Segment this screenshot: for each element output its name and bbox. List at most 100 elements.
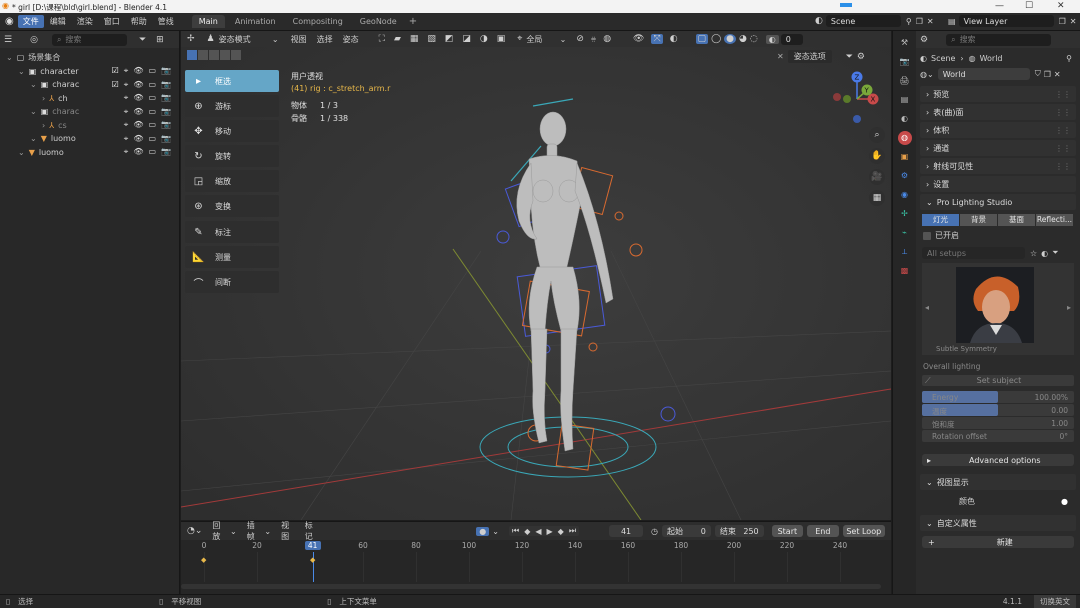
menu-item[interactable]: 帮助 <box>126 15 152 28</box>
workspace-tab[interactable]: Main <box>191 15 225 28</box>
outliner-row[interactable]: ⌄ ▢ 场景集合 <box>0 51 179 65</box>
timeline-menu-item[interactable]: 标记 <box>305 520 319 542</box>
viewport-icon[interactable]: ▭ <box>148 107 156 117</box>
plugin-tab[interactable]: 背景 <box>960 214 997 226</box>
render-icon[interactable]: 📷 <box>161 107 171 117</box>
view-layer-selector[interactable]: ▤ View Layer ❐ ✕ <box>948 15 1076 27</box>
properties-search-input[interactable]: ⌕ 搜索 <box>946 33 1052 46</box>
timeline-menu-item[interactable]: 回放 <box>212 520 226 542</box>
render-icon[interactable]: 📷 <box>161 134 171 144</box>
select-invert-icon[interactable] <box>220 50 230 60</box>
select-icon[interactable]: ⌖ <box>124 120 129 130</box>
render-icon[interactable]: 📷 <box>161 66 171 76</box>
select-icon[interactable]: ⌖ <box>124 66 129 76</box>
property-section-header[interactable]: › 设置 <box>920 176 1076 192</box>
enabled-checkbox[interactable] <box>923 231 931 240</box>
zoom-icon[interactable]: ⌕ <box>869 127 885 143</box>
modifier-tab-icon[interactable]: ⚙ <box>898 169 912 183</box>
select-icon[interactable]: ⌖ <box>124 93 129 103</box>
world-name-field[interactable]: World <box>937 68 1030 80</box>
keyframe-icon[interactable]: ◆ <box>310 556 315 564</box>
eye-icon[interactable]: 👁 <box>133 134 143 144</box>
new-collection-icon[interactable]: ⊞ <box>156 35 164 45</box>
expand-arrow-icon[interactable]: ⌄ <box>30 107 37 116</box>
tool-tab-icon[interactable]: ⚒ <box>898 36 912 50</box>
advanced-options-button[interactable]: ▸ Advanced options <box>922 454 1074 466</box>
menu-item[interactable]: 编辑 <box>45 15 71 28</box>
copy-scene-icon[interactable]: ❐ <box>916 17 923 26</box>
outliner-row[interactable]: ⌄ ▼ luomo ⌖ 👁 ▭ 📷 <box>0 132 179 146</box>
playhead-frame[interactable]: 41 <box>304 541 321 550</box>
render-icon[interactable]: 📷 <box>161 120 171 130</box>
end-button[interactable]: End <box>807 525 839 537</box>
camera-icon[interactable]: 🎥 <box>869 169 885 185</box>
timeline-scrollbar[interactable] <box>181 584 881 589</box>
property-section-header[interactable]: › 射线可见性 ⋮⋮ <box>920 158 1076 174</box>
select-icon[interactable]: ⌖ <box>124 147 129 157</box>
new-property-button[interactable]: + 新建 <box>922 536 1074 548</box>
auto-keying-icon[interactable]: ● <box>476 526 490 536</box>
set-subject-button[interactable]: ⟋ Set subject <box>922 375 1074 386</box>
eye-icon[interactable]: 👁 <box>133 147 143 157</box>
current-frame-field[interactable]: 41 <box>609 525 644 537</box>
perspective-grid-icon[interactable]: ▦ <box>869 190 885 206</box>
particles-tab-icon[interactable]: ◉ <box>898 188 912 202</box>
viewport-display-header[interactable]: ⌄ 视图显示 <box>920 474 1076 490</box>
data-tab-icon[interactable]: ⟂ <box>898 245 912 259</box>
minimize-button[interactable]: — <box>995 1 1004 11</box>
viewport-editor-type-icon[interactable]: ✢ <box>187 34 195 44</box>
viewport-icon[interactable]: ▭ <box>148 147 156 157</box>
snap-icon[interactable]: ⩷ <box>591 34 596 44</box>
property-section-header[interactable]: › 预览 ⋮⋮ <box>920 86 1076 102</box>
lighting-slider[interactable]: Rotation offset 0° <box>922 430 1074 442</box>
tool-button[interactable]: ⊕ 游标 <box>185 95 279 117</box>
outliner-row[interactable]: ⌄ ▣ charac ☑ ⌖ 👁 ▭ 📷 <box>0 78 179 92</box>
select-intersect-icon[interactable] <box>231 50 241 60</box>
expand-arrow-icon[interactable]: ⌄ <box>18 67 25 76</box>
world-tab-icon[interactable]: ◍ <box>897 131 912 145</box>
menu-item[interactable]: 渲染 <box>72 15 98 28</box>
properties-editor-icon[interactable]: ⚙ <box>920 35 928 45</box>
plugin-tab[interactable]: 基面 <box>998 214 1035 226</box>
start-button[interactable]: Start <box>771 525 804 537</box>
pan-hand-icon[interactable]: ✋ <box>869 148 885 164</box>
property-section-header[interactable]: › 通道 ⋮⋮ <box>920 140 1076 156</box>
selectability-icon[interactable]: 👁 <box>633 34 644 44</box>
tool-button[interactable]: ✥ 移动 <box>185 120 279 142</box>
expand-arrow-icon[interactable]: ⌄ <box>6 53 13 62</box>
play-reverse-icon[interactable]: ◀ <box>535 527 541 536</box>
physics-tab-icon[interactable]: ✢ <box>898 207 912 221</box>
viewport-icon[interactable]: ▭ <box>148 80 156 90</box>
eye-icon[interactable]: 👁 <box>133 120 143 130</box>
end-frame-field[interactable]: 结束 250 <box>714 525 764 537</box>
lighting-slider[interactable]: 温度 0.00 <box>922 404 1074 416</box>
viewport-icon[interactable]: ▭ <box>148 120 156 130</box>
star-icon[interactable]: ☆ <box>1030 249 1037 258</box>
proportional-edit-icon[interactable]: ◍ <box>603 34 611 44</box>
render-icon[interactable]: 📷 <box>161 93 171 103</box>
previous-preview-icon[interactable]: ◂ <box>925 303 929 312</box>
outliner-row[interactable]: ⌄ ▣ charac ⌖ 👁 ▭ 📷 <box>0 105 179 119</box>
exclude-checkbox[interactable]: ☑ <box>112 66 119 76</box>
next-keyframe-icon[interactable]: ◆ <box>558 527 564 536</box>
paste-flipped-icon[interactable]: ◩ <box>445 34 454 44</box>
paste-pose-icon[interactable]: ▧ <box>427 34 436 44</box>
eye-icon[interactable]: 👁 <box>133 80 143 90</box>
constraints-tab-icon[interactable]: ⌁ <box>898 226 912 240</box>
render-icon[interactable]: 📷 <box>161 147 171 157</box>
object-tab-icon[interactable]: ▣ <box>898 150 912 164</box>
expand-arrow-icon[interactable]: › <box>42 94 45 103</box>
tool-button[interactable]: ✎ 标注 <box>185 221 279 243</box>
blender-menu-icon[interactable]: ◉ <box>5 16 14 27</box>
prev-keyframe-icon[interactable]: ◆ <box>524 527 530 536</box>
rendered-shading-icon[interactable]: ◌ <box>750 34 758 44</box>
filter-icon[interactable]: ⏷ <box>139 35 146 45</box>
viewport-icon[interactable]: ▭ <box>148 66 156 76</box>
select-icon[interactable]: ⌖ <box>124 107 129 117</box>
expand-arrow-icon[interactable]: ⌄ <box>30 134 37 143</box>
view-layer-field[interactable]: View Layer <box>958 15 1054 27</box>
timeline-menu-item[interactable]: 插帧 <box>247 520 261 542</box>
lighting-slider[interactable]: Energy 100.00% <box>922 391 1074 403</box>
editor-type-icon[interactable]: ☰ <box>4 35 12 45</box>
tool-button[interactable]: ⌒ 间断 <box>185 271 279 293</box>
